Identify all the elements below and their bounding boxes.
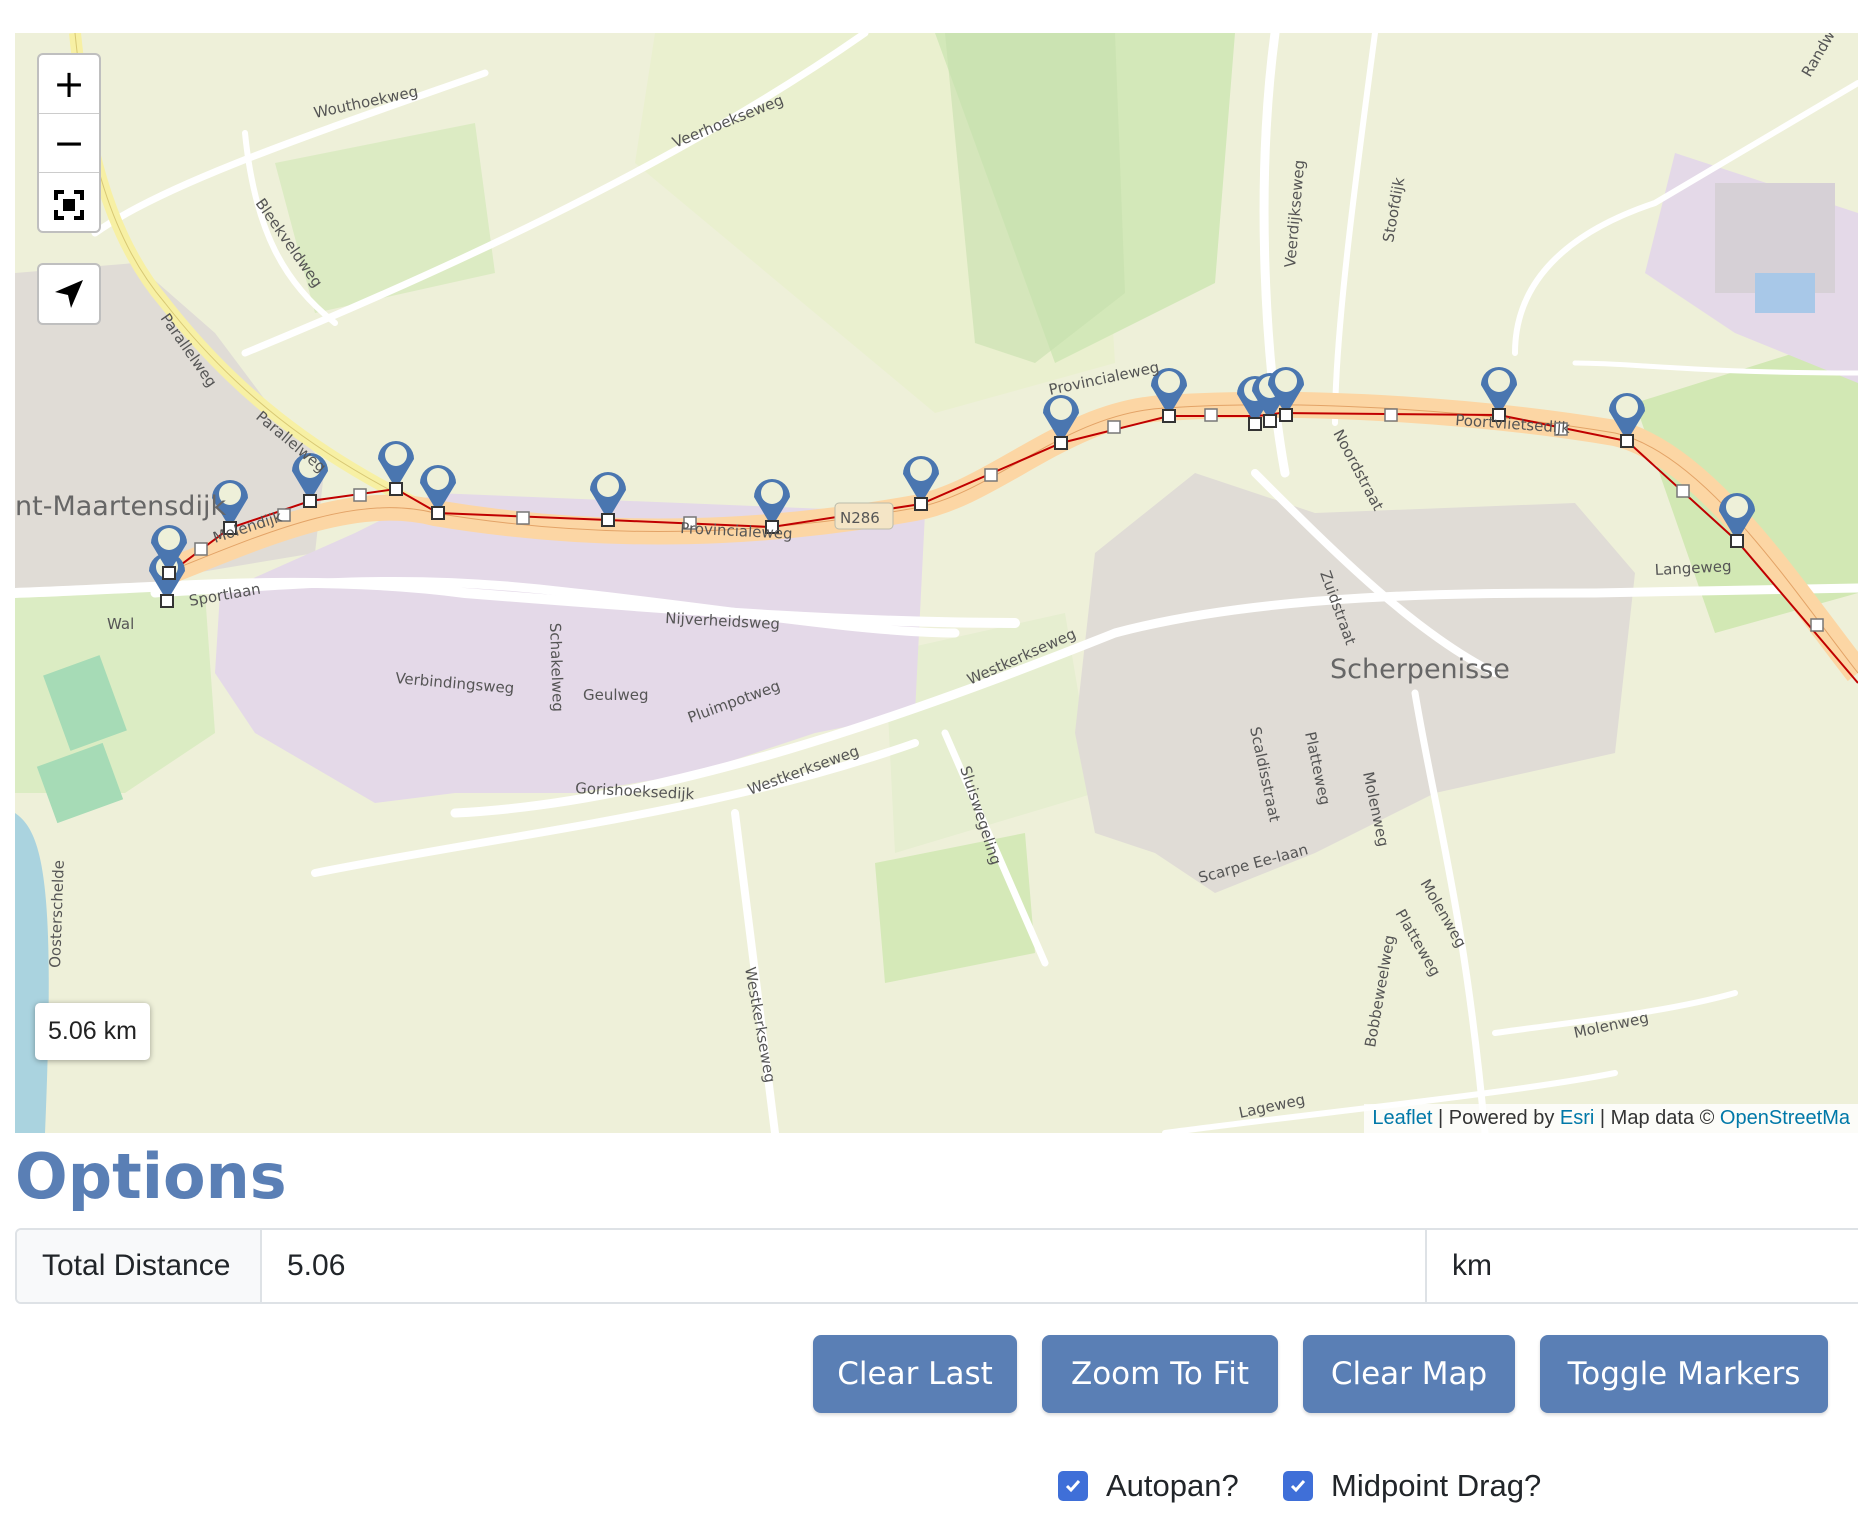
label-schakelweg: Schakelweg [546,623,567,713]
distance-readout: 5.06 km [35,1003,150,1060]
map[interactable]: nt-Maartensdijk Scherpenisse Provinciale… [15,33,1858,1133]
map-attribution: Leaflet | Powered by Esri | Map data © O… [1364,1104,1858,1133]
autopan-label: Autopan? [1106,1468,1239,1503]
total-distance-input[interactable] [262,1230,1427,1302]
attribution-mapdata: | Map data © [1594,1107,1720,1129]
options-heading: Options [15,1140,287,1213]
clear-map-button[interactable]: Clear Map [1303,1335,1515,1413]
label-town-left: nt-Maartensdijk [15,491,226,522]
total-distance-label: Total Distance [17,1230,262,1302]
midpoint-drag-check-icon[interactable] [1283,1471,1313,1501]
midpoint-drag-checkbox[interactable]: Midpoint Drag? [1283,1468,1541,1504]
autopan-checkbox[interactable]: Autopan? [1058,1468,1239,1504]
distance-unit: km [1452,1249,1492,1282]
label-town-right: Scherpenisse [1330,654,1510,685]
leaflet-link[interactable]: Leaflet [1372,1107,1432,1129]
osm-link[interactable]: OpenStreetMa [1720,1107,1850,1129]
esri-link[interactable]: Esri [1560,1107,1594,1129]
locate-button[interactable] [37,263,101,325]
label-oosterschelde: Oosterschelde [46,860,68,968]
label-geulweg: Geulweg [583,686,649,704]
map-tiles: nt-Maartensdijk Scherpenisse Provinciale… [15,33,1858,1133]
fullscreen-button[interactable] [39,173,99,231]
clear-last-button[interactable]: Clear Last [813,1335,1017,1413]
midpoint-drag-label: Midpoint Drag? [1331,1468,1542,1503]
label-wal: Wal [107,615,134,633]
label-n286: N286 [840,509,880,527]
attribution-powered: | Powered by [1432,1107,1560,1129]
toggle-markers-button[interactable]: Toggle Markers [1540,1335,1828,1413]
fullscreen-icon [54,189,84,220]
zoom-in-button[interactable]: + [39,55,99,114]
zoom-control: + − [37,53,101,233]
zoom-to-fit-button[interactable]: Zoom To Fit [1042,1335,1278,1413]
location-arrow-icon [55,280,83,308]
autopan-check-icon[interactable] [1058,1471,1088,1501]
zoom-out-button[interactable]: − [39,114,99,173]
total-distance-group: Total Distance km [15,1228,1858,1304]
